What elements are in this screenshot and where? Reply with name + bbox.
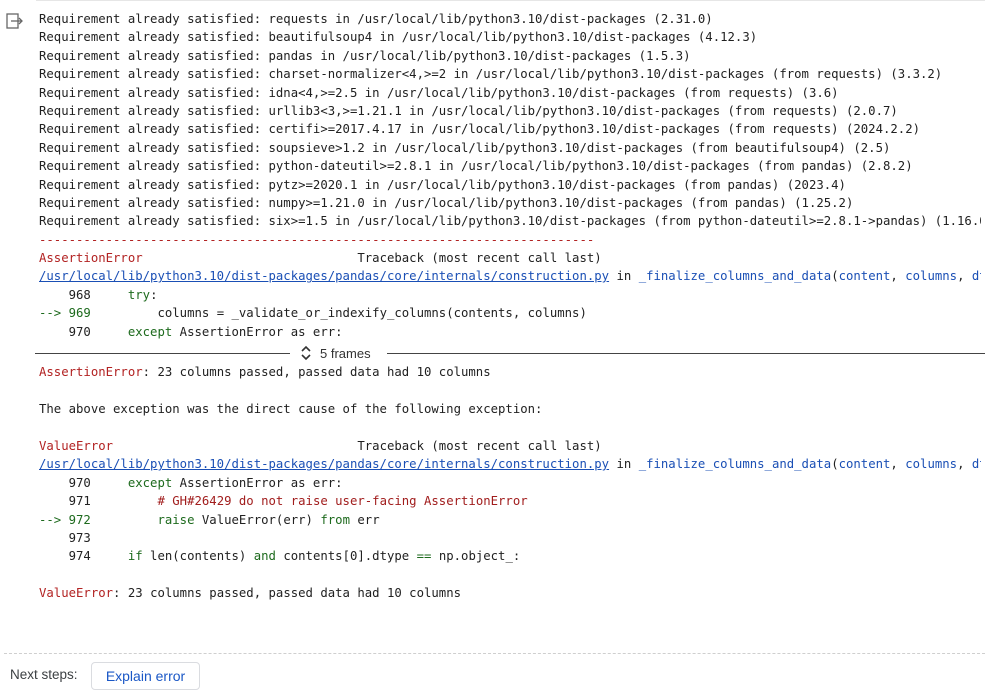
- code-line: 970 except AssertionError as err:: [39, 475, 343, 490]
- collapsed-frames-row: 5 frames: [0, 344, 985, 362]
- code-line-current: --> 969 columns = _validate_or_indexify_…: [39, 306, 587, 321]
- traceback-header: AssertionError Traceback (most recent ca…: [39, 249, 981, 267]
- frames-toggle-button[interactable]: 5 frames: [300, 344, 371, 362]
- frames-divider-right: [387, 353, 985, 355]
- code-line-current: --> 972 raise ValueError(err) from err: [39, 512, 380, 527]
- pip-requirement-line: Requirement already satisfied: pytz>=202…: [39, 177, 846, 192]
- error-name: ValueError: [39, 438, 114, 453]
- function-name: _finalize_columns_and_data: [638, 457, 832, 472]
- function-name: _finalize_columns_and_data: [638, 269, 832, 284]
- output-redirect-icon[interactable]: [5, 11, 25, 31]
- pip-requirement-line: Requirement already satisfied: idna<4,>=…: [39, 85, 839, 100]
- cell-output: Requirement already satisfied: requests …: [35, 10, 985, 603]
- code-line: 973: [39, 530, 91, 545]
- code-line: 971 # GH#26429 do not raise user-facing …: [39, 494, 528, 509]
- file-path-link[interactable]: /usr/local/lib/python3.10/dist-packages/…: [39, 457, 609, 471]
- error-name: AssertionError: [39, 251, 143, 266]
- frames-divider-left: [35, 353, 290, 355]
- pip-requirement-line: Requirement already satisfied: urllib3<3…: [39, 103, 898, 118]
- file-path-link[interactable]: /usr/local/lib/python3.10/dist-packages/…: [39, 269, 609, 283]
- pip-requirement-line: Requirement already satisfied: charset-n…: [39, 67, 943, 82]
- error-message: ValueError: 23 columns passed, passed da…: [39, 586, 462, 601]
- pip-requirement-line: Requirement already satisfied: beautiful…: [39, 30, 758, 45]
- traceback-header: ValueError Traceback (most recent call l…: [39, 437, 981, 455]
- traceback-title: Traceback (most recent call last): [357, 251, 602, 266]
- footer-divider: [4, 653, 985, 654]
- pip-requirements-list: Requirement already satisfied: requests …: [39, 10, 981, 231]
- pip-requirement-line: Requirement already satisfied: certifi>=…: [39, 122, 920, 137]
- code-line: 970 except AssertionError as err:: [39, 324, 343, 339]
- pip-requirement-line: Requirement already satisfied: requests …: [39, 12, 713, 26]
- traceback-location: /usr/local/lib/python3.10/dist-packages/…: [39, 269, 981, 284]
- explain-error-button[interactable]: Explain error: [91, 662, 200, 690]
- next-steps-label: Next steps:: [10, 667, 78, 682]
- unfold-chevrons-icon: [301, 346, 311, 361]
- pip-requirement-line: Requirement already satisfied: six>=1.5 …: [39, 214, 981, 229]
- traceback-title: Traceback (most recent call last): [357, 438, 602, 453]
- traceback-separator: ----------------------------------------…: [39, 232, 595, 247]
- traceback-location: /usr/local/lib/python3.10/dist-packages/…: [39, 457, 981, 472]
- pip-requirement-line: Requirement already satisfied: numpy>=1.…: [39, 195, 854, 210]
- pip-requirement-line: Requirement already satisfied: python-da…: [39, 159, 913, 174]
- exception-cause-text: The above exception was the direct cause…: [39, 402, 543, 417]
- error-message: AssertionError: 23 columns passed, passe…: [39, 365, 491, 380]
- code-line: 974 if len(contents) and contents[0].dty…: [39, 549, 521, 564]
- cell-top-divider: [36, 0, 985, 1]
- frames-count-label: 5 frames: [320, 345, 371, 361]
- pip-requirement-line: Requirement already satisfied: soupsieve…: [39, 140, 891, 155]
- code-line: 968 try:: [39, 287, 158, 302]
- pip-requirement-line: Requirement already satisfied: pandas in…: [39, 48, 691, 63]
